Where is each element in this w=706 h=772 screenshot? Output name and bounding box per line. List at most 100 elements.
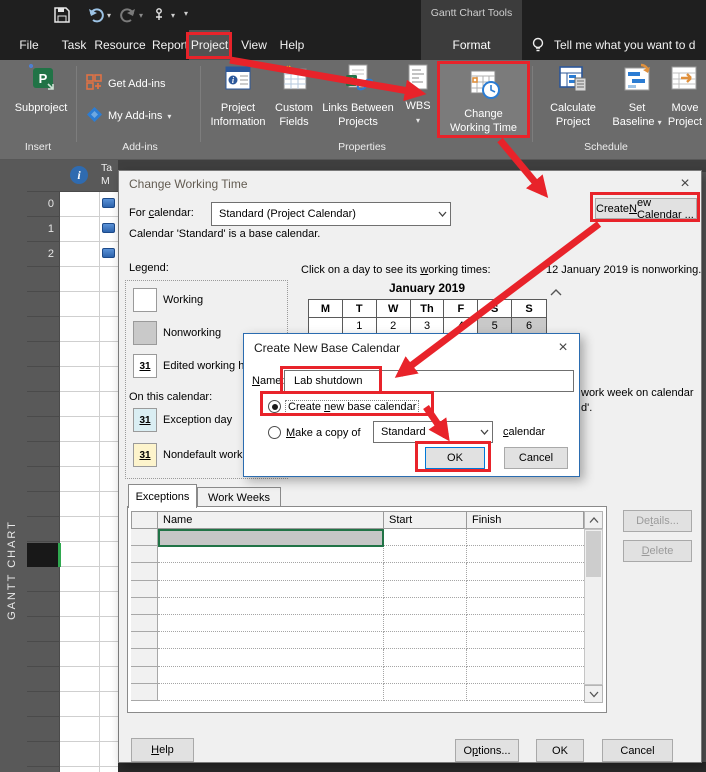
delete-button[interactable]: Delete	[623, 540, 692, 562]
exception-row[interactable]	[131, 546, 584, 564]
copy-of-calendar-select[interactable]: Standard	[373, 421, 493, 443]
make-a-copy-radio[interactable]	[268, 426, 281, 439]
exception-cell[interactable]	[158, 649, 384, 667]
exception-row[interactable]	[131, 563, 584, 581]
calendar-scroll-up-icon[interactable]	[550, 284, 562, 302]
selected-row-header[interactable]	[27, 543, 61, 567]
exception-row[interactable]	[131, 614, 584, 633]
close-icon[interactable]: ×	[671, 173, 699, 197]
exception-cell[interactable]	[158, 597, 384, 615]
exception-cell[interactable]	[131, 683, 158, 701]
exception-cell[interactable]	[467, 598, 584, 615]
cancel-button[interactable]: Cancel	[504, 447, 568, 469]
move-project-button[interactable]: Move Project	[664, 62, 706, 129]
exception-cell[interactable]	[384, 632, 467, 650]
exception-cell[interactable]	[131, 563, 158, 581]
create-new-base-calendar-radio-label[interactable]: Create new base calendar	[284, 400, 420, 414]
exception-cell[interactable]	[384, 529, 467, 547]
save-icon[interactable]	[52, 5, 72, 25]
exception-cell[interactable]	[467, 546, 584, 564]
touch-mode-dropdown-icon[interactable]: ▾	[171, 11, 175, 20]
gantt-row-number[interactable]: 1	[27, 217, 54, 242]
indicators-column-icon[interactable]: i	[70, 166, 88, 184]
tab-help[interactable]: Help	[275, 30, 309, 60]
exception-cell[interactable]	[384, 546, 467, 564]
wbs-button[interactable]: WBS ▾	[400, 62, 436, 127]
subproject-button[interactable]: P Subproject	[10, 62, 72, 116]
exception-cell[interactable]	[467, 581, 584, 598]
change-working-time-button[interactable]: Change Working Time	[438, 62, 529, 138]
options-button[interactable]: Op tions...	[455, 739, 519, 762]
tab-file[interactable]: File	[12, 30, 46, 60]
details-button[interactable]: De t ails...	[623, 510, 692, 532]
customize-quick-access-icon[interactable]: ▾	[184, 9, 188, 18]
wbs-dropdown-icon[interactable]: ▾	[416, 116, 420, 125]
exception-cell[interactable]	[158, 563, 384, 581]
cancel-button[interactable]: Cancel	[602, 739, 673, 762]
exception-cell[interactable]	[467, 667, 584, 684]
tab-view[interactable]: View	[236, 30, 272, 60]
tab-work-weeks[interactable]: Work Weeks	[197, 487, 281, 507]
help-button[interactable]: Help	[131, 738, 194, 762]
undo-icon[interactable]	[86, 5, 106, 25]
table-scrollbar-thumb[interactable]	[586, 531, 601, 577]
calculate-project-button[interactable]: Calculate Project	[541, 62, 605, 129]
exception-cell[interactable]	[131, 546, 158, 564]
gantt-row-number[interactable]: 2	[27, 242, 54, 267]
exception-cell[interactable]	[158, 632, 384, 650]
table-scroll-down-icon[interactable]	[584, 685, 603, 703]
column-header-start[interactable]: Start	[384, 511, 467, 529]
exception-cell[interactable]	[131, 666, 158, 684]
for-calendar-select[interactable]: Standard (Project Calendar)	[211, 202, 451, 226]
my-addins-dropdown-icon[interactable]: ▾	[167, 112, 171, 121]
exception-row[interactable]	[131, 649, 584, 667]
tab-exceptions[interactable]: Exceptions	[128, 484, 197, 508]
exception-cell[interactable]	[467, 684, 584, 701]
exception-row[interactable]	[131, 666, 584, 684]
exception-cell[interactable]	[467, 632, 584, 650]
tab-task[interactable]: Task	[56, 30, 92, 60]
exception-cell[interactable]	[131, 614, 158, 633]
exception-row[interactable]	[131, 632, 584, 650]
set-baseline-dropdown-icon[interactable]: ▾	[658, 118, 662, 127]
exception-cell[interactable]	[158, 666, 384, 684]
column-header-name[interactable]: Name	[158, 511, 384, 529]
tell-me-box[interactable]: Tell me what you want to d	[554, 30, 706, 60]
exception-row[interactable]	[131, 683, 584, 701]
touch-mode-icon[interactable]	[150, 5, 170, 25]
tab-report[interactable]: Report	[148, 30, 192, 60]
create-new-calendar-button[interactable]: Create New Calendar ...	[595, 197, 697, 221]
exception-cell[interactable]	[384, 683, 467, 701]
exception-cell[interactable]	[384, 649, 467, 667]
ok-button[interactable]: OK	[536, 739, 584, 762]
exception-cell[interactable]	[131, 649, 158, 667]
exception-cell[interactable]	[384, 563, 467, 581]
set-baseline-button[interactable]: Set Baseline ▾	[607, 62, 667, 129]
tab-resource[interactable]: Resource	[92, 30, 148, 60]
table-scroll-up-icon[interactable]	[584, 511, 603, 529]
project-information-button[interactable]: i Project Information	[210, 62, 266, 129]
make-a-copy-radio-label[interactable]: Make a copy of	[286, 427, 361, 439]
exception-cell[interactable]	[384, 666, 467, 684]
exception-cell[interactable]	[158, 683, 384, 701]
exception-cell[interactable]	[467, 563, 584, 581]
create-new-base-calendar-radio[interactable]	[268, 400, 281, 413]
exception-row[interactable]	[131, 580, 584, 598]
exception-cell[interactable]	[467, 615, 584, 633]
column-header-finish[interactable]: Finish	[467, 511, 584, 529]
tab-project[interactable]: Project	[189, 30, 230, 60]
gantt-table-cells[interactable]	[60, 192, 118, 772]
my-addins-button[interactable]: My Add-ins ▾	[86, 106, 171, 126]
exception-cell[interactable]	[384, 597, 467, 615]
exception-cell[interactable]	[131, 580, 158, 598]
get-addins-button[interactable]: Get Add-ins	[86, 74, 165, 94]
undo-dropdown-icon[interactable]: ▾	[107, 11, 111, 20]
exception-cell[interactable]	[384, 580, 467, 598]
task-mode-column-header[interactable]: Ta M	[101, 162, 112, 188]
close-icon[interactable]: ×	[550, 337, 576, 357]
exception-cell[interactable]	[467, 649, 584, 667]
exception-cell[interactable]	[131, 597, 158, 615]
ok-button[interactable]: OK	[425, 447, 485, 469]
gantt-row-number[interactable]: 0	[27, 192, 54, 217]
custom-fields-button[interactable]: Custom Fields	[268, 62, 320, 129]
